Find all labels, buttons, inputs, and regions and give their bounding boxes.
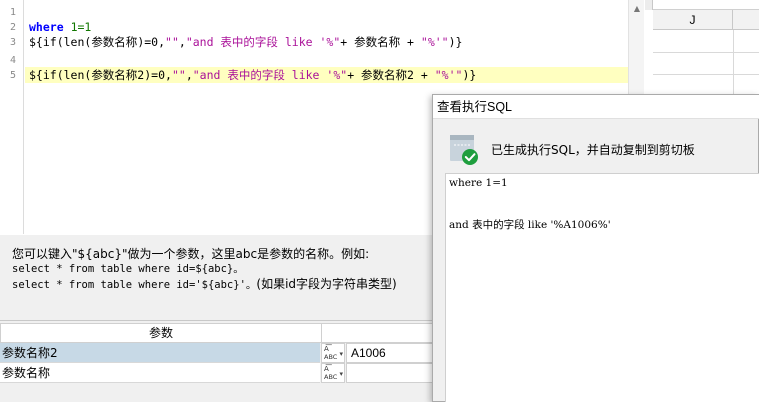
code-token: ${if(len( xyxy=(29,35,92,49)
param-column-header: 参数 xyxy=(0,323,322,343)
dialog-message: 已生成执行SQL，并自动复制到剪切板 xyxy=(491,143,695,157)
line-number-gutter: 1 2 3 4 5 xyxy=(0,0,24,234)
code-string: "" xyxy=(165,35,179,49)
line-number: 4 xyxy=(9,55,16,66)
code-string: "%'" xyxy=(434,68,463,82)
code-token: )} xyxy=(448,35,463,49)
code-line-5: ${if(len(参数名称2)=0,"","and 表中的字段 like '%"… xyxy=(29,68,476,83)
code-token: 1=1 xyxy=(70,20,92,34)
param-value-input[interactable] xyxy=(346,363,434,383)
code-token: )=0, xyxy=(137,35,166,49)
keyword-where: where xyxy=(29,20,64,34)
code-string: "" xyxy=(171,68,186,82)
line-number: 1 xyxy=(9,7,16,18)
text-type-icon: A͞ xyxy=(324,345,329,353)
code-token: )=0, xyxy=(144,68,172,82)
sql-success-icon xyxy=(450,135,478,165)
text-type-label: ABC xyxy=(324,353,338,361)
check-circle xyxy=(462,149,478,165)
param-type-selector[interactable]: A͞ ABC ▾ xyxy=(321,363,345,383)
param-name-cell[interactable]: 参数名称 xyxy=(0,363,320,383)
help-note: (如果id字段为字符串类型) xyxy=(256,277,397,291)
dialog-title-bar[interactable]: 查看执行SQL xyxy=(433,95,759,119)
grid-line xyxy=(653,52,759,53)
code-token: ${if(len( xyxy=(29,68,92,82)
line-number: 3 xyxy=(9,37,16,48)
code-line-3: ${if(len(参数名称)=0,"","and 表中的字段 like '%"+… xyxy=(29,35,462,50)
sql-line: and 表中的字段 like '%A1006%' xyxy=(449,219,611,231)
param-name-cell[interactable]: 参数名称2 xyxy=(0,343,320,363)
line-number: 2 xyxy=(9,22,16,33)
text-type-icon: A͞ xyxy=(324,365,329,373)
sql-line: where 1=1 xyxy=(449,177,508,189)
code-token: )} xyxy=(462,68,477,82)
help-line: select * from table where id='${abc}'。(如… xyxy=(12,276,397,292)
generated-sql-textarea[interactable]: where 1=1 and 表中的字段 like '%A1006%' xyxy=(445,173,759,402)
code-token: 参数名称2 xyxy=(91,68,145,82)
line-number: 5 xyxy=(9,70,16,81)
scroll-up-arrow-icon[interactable]: ▲ xyxy=(629,4,645,14)
code-token: + 参数名称2 + xyxy=(347,68,428,82)
dropdown-arrow-icon: ▾ xyxy=(339,370,343,378)
dialog-title: 查看执行SQL xyxy=(437,100,513,114)
code-line-2: where 1=1 xyxy=(29,20,91,35)
code-string: "%'" xyxy=(420,35,449,49)
dropdown-arrow-icon: ▾ xyxy=(339,350,343,358)
code-string: "and 表中的字段 like '%" xyxy=(185,35,341,49)
help-line: select * from table where id=${abc}。 xyxy=(12,263,244,275)
column-header-row: J xyxy=(653,9,759,30)
help-example: select * from table where id='${abc}'。 xyxy=(12,279,257,291)
param-value-input[interactable]: A1006 xyxy=(346,343,434,363)
code-token: 参数名称 xyxy=(91,35,138,49)
sheet-corner xyxy=(645,0,653,10)
code-token: , xyxy=(178,35,186,49)
column-header-j[interactable]: J xyxy=(653,10,733,30)
code-token: + 参数名称 + xyxy=(340,35,414,49)
code-token: , xyxy=(185,68,193,82)
param-type-selector[interactable]: A͞ ABC ▾ xyxy=(321,343,345,363)
grid-line xyxy=(653,74,759,75)
help-line: 您可以键入"${abc}"做为一个参数，这里abc是参数的名称。例如: xyxy=(12,247,370,261)
view-sql-dialog: 查看执行SQL 已生成执行SQL，并自动复制到剪切板 where 1=1 and… xyxy=(432,94,759,402)
code-string: "and 表中的字段 like '%" xyxy=(192,68,348,82)
text-type-label: ABC xyxy=(324,373,338,381)
document-header-shape xyxy=(450,135,474,140)
